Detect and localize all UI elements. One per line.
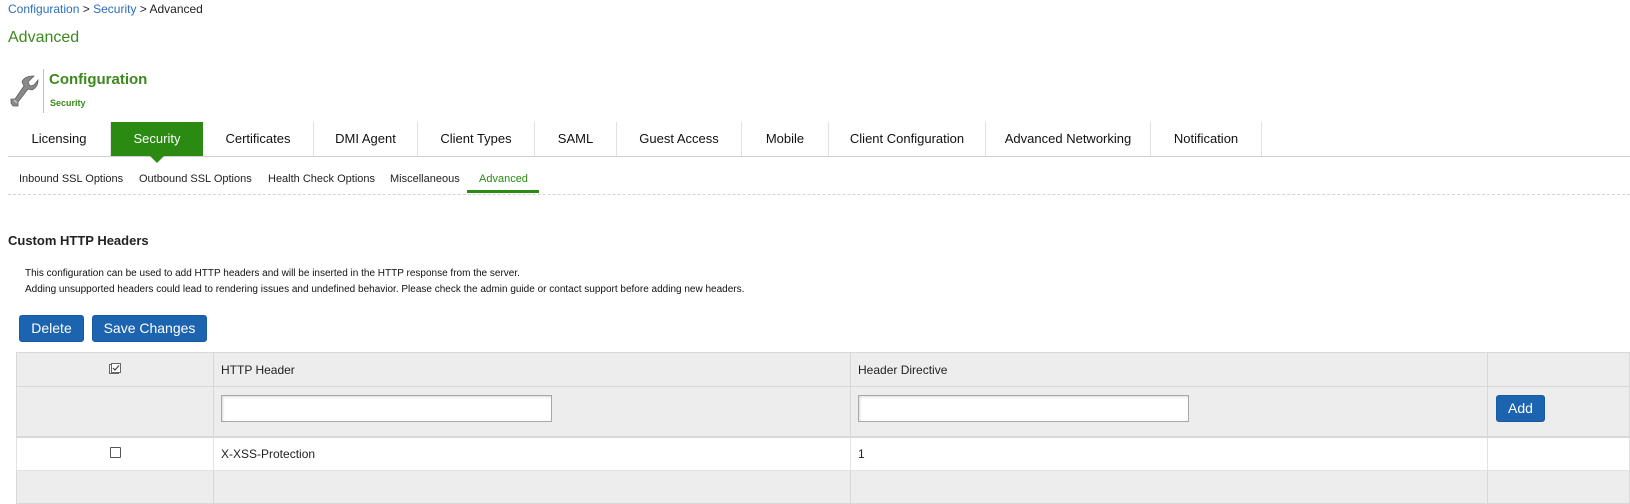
tab-client-types[interactable]: Client Types [418, 122, 535, 156]
column-header-directive: Header Directive [858, 363, 948, 377]
subtab-advanced[interactable]: Advanced [479, 173, 528, 185]
breadcrumb: Configuration > Security > Advanced [8, 2, 203, 16]
section-title: Custom HTTP Headers [8, 233, 149, 248]
breadcrumb-separator: > [82, 2, 90, 16]
header-directive-input[interactable] [858, 395, 1189, 422]
breadcrumb-configuration[interactable]: Configuration [8, 2, 79, 16]
tab-mobile[interactable]: Mobile [742, 122, 829, 156]
breadcrumb-separator: > [139, 2, 147, 16]
active-subtab-indicator [467, 190, 539, 193]
tab-saml[interactable]: SAML [535, 122, 617, 156]
tab-security[interactable]: Security [111, 122, 203, 163]
wrench-icon [8, 72, 40, 110]
http-header-input[interactable] [221, 395, 552, 422]
row-http-header: X-XSS-Protection [221, 447, 316, 461]
tab-licensing[interactable]: Licensing [8, 122, 111, 156]
page-title: Advanced [8, 29, 80, 46]
headers-table: HTTP Header Header Directive Add X-XSS-P… [16, 352, 1630, 504]
tab-certificates[interactable]: Certificates [203, 122, 314, 156]
table-row [16, 471, 1630, 504]
section-warning: Adding unsupported headers could lead to… [25, 284, 745, 295]
row-select-checkbox[interactable] [110, 447, 121, 458]
tab-guest-access[interactable]: Guest Access [617, 122, 742, 156]
table-row: X-XSS-Protection 1 [16, 437, 1630, 471]
subtab-inbound-ssl-options[interactable]: Inbound SSL Options [19, 173, 123, 185]
header-divider [43, 69, 44, 113]
save-changes-button[interactable]: Save Changes [92, 315, 207, 342]
header-subtitle: Security [50, 98, 86, 108]
breadcrumb-current: Advanced [149, 2, 203, 16]
new-header-row: Add [16, 387, 1630, 437]
subtab-miscellaneous[interactable]: Miscellaneous [390, 173, 460, 185]
tab-client-configuration[interactable]: Client Configuration [829, 122, 986, 156]
subtab-health-check-options[interactable]: Health Check Options [268, 173, 375, 185]
tab-notification[interactable]: Notification [1151, 122, 1262, 156]
table-header-row: HTTP Header Header Directive [16, 352, 1630, 387]
column-header-http-header: HTTP Header [221, 363, 295, 377]
delete-button[interactable]: Delete [19, 315, 84, 342]
section-description: This configuration can be used to add HT… [25, 268, 520, 279]
breadcrumb-security[interactable]: Security [93, 2, 136, 16]
select-all-checkbox-icon[interactable] [109, 363, 121, 378]
sub-tabs: Inbound SSL Options Outbound SSL Options… [8, 166, 1630, 195]
tab-advanced-networking[interactable]: Advanced Networking [986, 122, 1151, 156]
add-header-button[interactable]: Add [1496, 395, 1545, 422]
header-title: Configuration [49, 71, 148, 88]
tab-dmi-agent[interactable]: DMI Agent [314, 122, 418, 156]
subtab-outbound-ssl-options[interactable]: Outbound SSL Options [139, 173, 252, 185]
main-tabs: Licensing Security Certificates DMI Agen… [8, 122, 1630, 163]
row-header-directive: 1 [858, 447, 865, 461]
